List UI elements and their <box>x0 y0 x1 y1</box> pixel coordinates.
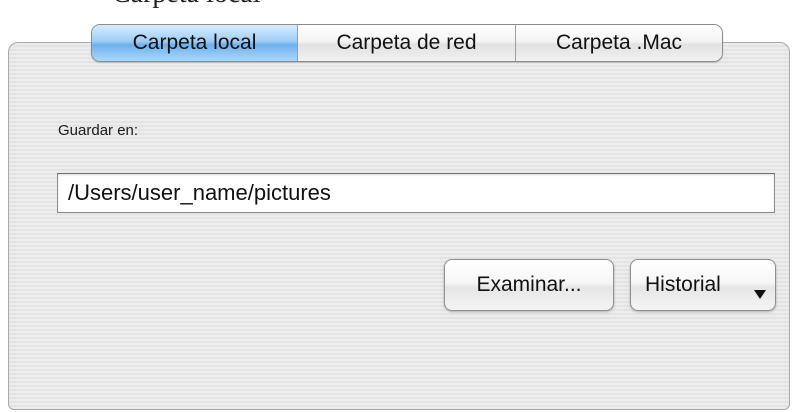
save-options-window: Carpeta local Carpeta local Carpeta de r… <box>0 0 792 412</box>
history-button[interactable]: Historial <box>630 259 776 311</box>
cropped-heading-text: Carpeta local <box>112 0 260 10</box>
save-path-input[interactable] <box>57 173 775 213</box>
history-button-label: Historial <box>645 273 721 296</box>
cropped-heading-strip: Carpeta local <box>0 0 792 12</box>
browse-button[interactable]: Examinar... <box>444 259 614 311</box>
tab-content-panel <box>8 42 790 410</box>
save-location-label: Guardar en: <box>58 122 139 139</box>
folder-type-tabs: Carpeta local Carpeta de red Carpeta .Ma… <box>91 24 723 62</box>
triangle-down-icon <box>754 290 766 299</box>
tab-local-folder[interactable]: Carpeta local <box>92 25 298 61</box>
tab-network-folder[interactable]: Carpeta de red <box>298 25 516 61</box>
tab-mac-folder[interactable]: Carpeta .Mac <box>516 25 722 61</box>
